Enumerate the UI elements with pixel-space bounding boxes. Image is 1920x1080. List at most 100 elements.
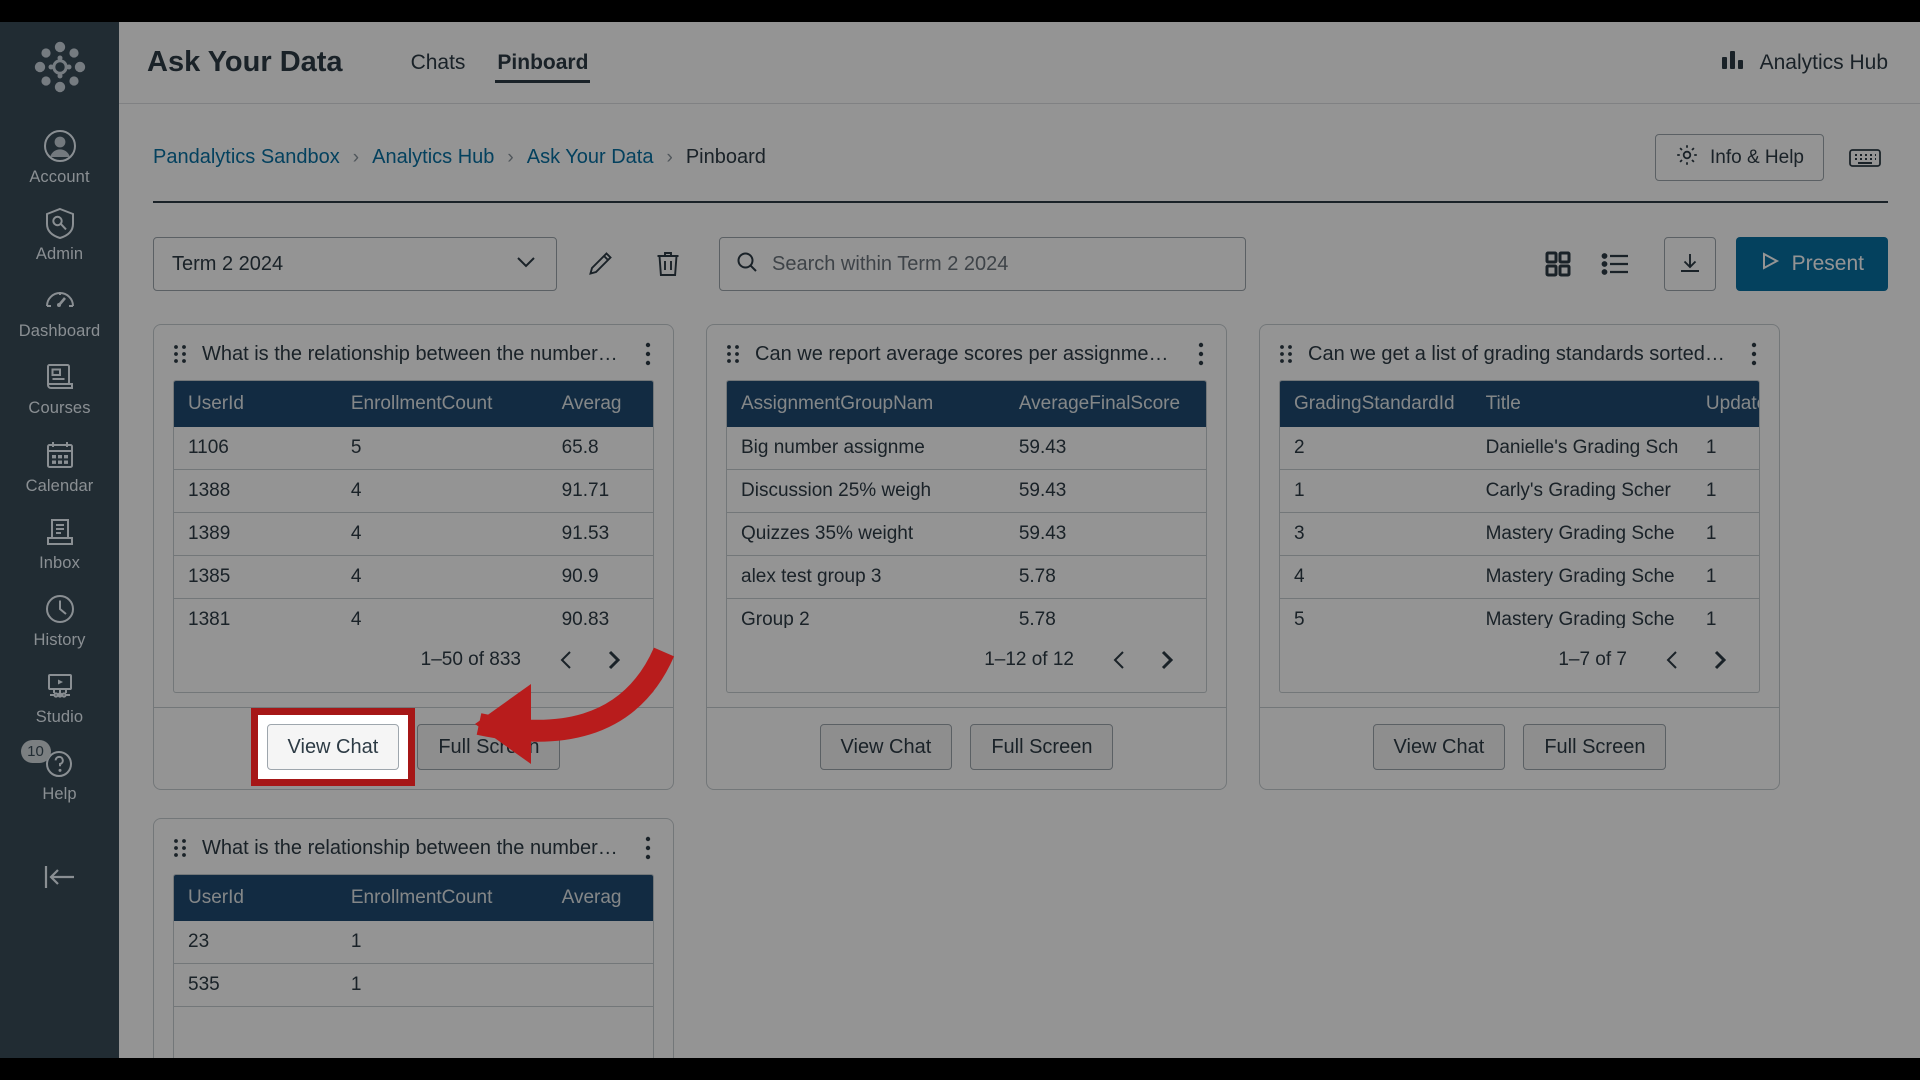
table-column-header: UserId bbox=[174, 381, 337, 427]
breadcrumb-item-0[interactable]: Pandalytics Sandbox bbox=[153, 146, 340, 169]
sidebar-item-admin[interactable]: Admin bbox=[0, 195, 119, 272]
breadcrumb-item-3: Pinboard bbox=[685, 146, 766, 168]
table-cell: 4 bbox=[336, 469, 548, 513]
pinboard-toolbar: Term 2 2024 Search within Term 2 2024 Pr… bbox=[153, 237, 1888, 291]
pagination-prev-icon[interactable] bbox=[549, 642, 585, 678]
table-column-header: AssignmentGroupNam bbox=[727, 381, 1005, 427]
table-row: 2 Danielle's Grading Sch 1 bbox=[1280, 427, 1759, 470]
page-content: Pandalytics Sandbox › Analytics Hub › As… bbox=[119, 104, 1920, 1058]
pagination-next-icon[interactable] bbox=[1148, 642, 1184, 678]
list-view-icon[interactable] bbox=[1590, 238, 1642, 290]
pagination-prev-icon[interactable] bbox=[1102, 642, 1138, 678]
table-cell: Group 2 bbox=[727, 598, 1005, 628]
full-screen-button[interactable]: Full Screen bbox=[970, 724, 1114, 770]
tab-chats[interactable]: Chats bbox=[395, 22, 482, 103]
table-cell: 90.83 bbox=[547, 598, 653, 628]
kebab-menu-icon[interactable] bbox=[637, 341, 659, 367]
table-row: Group 2 5.78 bbox=[727, 598, 1206, 628]
view-chat-button-highlighted[interactable]: View Chat bbox=[266, 724, 400, 770]
present-label: Present bbox=[1791, 252, 1864, 275]
table-row: 23 1 bbox=[174, 921, 653, 964]
table-row: Discussion 25% weigh 59.43 bbox=[727, 469, 1206, 513]
tab-pinboard[interactable]: Pinboard bbox=[481, 22, 604, 103]
sidebar-item-label: Help bbox=[42, 785, 77, 804]
search-input[interactable] bbox=[772, 252, 1230, 276]
drag-handle-icon[interactable] bbox=[1278, 343, 1294, 365]
table-cell: Mastery Grading Sche bbox=[1471, 512, 1692, 556]
table-pagination: 1–12 of 12 bbox=[726, 628, 1207, 693]
table-cell: 4 bbox=[336, 598, 548, 628]
full-screen-button[interactable]: Full Screen bbox=[417, 724, 561, 770]
trash-icon[interactable] bbox=[643, 239, 693, 289]
table-cell: 1389 bbox=[174, 512, 337, 556]
analytics-hub-link[interactable]: Analytics Hub bbox=[1721, 48, 1888, 78]
table-cell: alex test group 3 bbox=[727, 555, 1005, 599]
app-topbar: Ask Your Data Chats Pinboard Analytics H… bbox=[119, 22, 1920, 104]
table-cell: 5 bbox=[1280, 598, 1472, 628]
term-select[interactable]: Term 2 2024 bbox=[153, 237, 557, 291]
drag-handle-icon[interactable] bbox=[172, 837, 188, 859]
full-screen-button[interactable]: Full Screen bbox=[1523, 724, 1667, 770]
inbox-icon bbox=[41, 513, 79, 551]
breadcrumb-separator: › bbox=[352, 146, 360, 168]
sidebar-item-account[interactable]: Account bbox=[0, 118, 119, 195]
sidebar-item-help[interactable]: 10 Help bbox=[0, 735, 119, 812]
sidebar-item-history[interactable]: History bbox=[0, 581, 119, 658]
result-table: AssignmentGroupNam AverageFinalScore Big n… bbox=[726, 380, 1207, 628]
card-title: Can we get a list of grading standards s… bbox=[1308, 342, 1725, 365]
table-cell: 3 bbox=[1280, 512, 1472, 556]
sidebar-item-courses[interactable]: Courses bbox=[0, 349, 119, 426]
card-title: What is the relationship between the num… bbox=[202, 836, 618, 859]
pagination-next-icon[interactable] bbox=[1701, 642, 1737, 678]
table-column-header: Averag bbox=[547, 381, 653, 427]
breadcrumb: Pandalytics Sandbox › Analytics Hub › As… bbox=[153, 146, 766, 169]
table-cell: 1 bbox=[1280, 469, 1472, 513]
sidebar-item-dashboard[interactable]: Dashboard bbox=[0, 272, 119, 349]
table-cell: Big number assignme bbox=[727, 427, 1005, 470]
sidebar-item-calendar[interactable]: Calendar bbox=[0, 427, 119, 504]
download-button[interactable] bbox=[1663, 237, 1716, 291]
table-row: 5 Mastery Grading Sche 1 bbox=[1280, 598, 1759, 628]
breadcrumb-separator: › bbox=[507, 146, 514, 168]
pagination-label: 1–50 of 833 bbox=[420, 649, 521, 670]
table-row: 535 1 bbox=[174, 963, 653, 1007]
pencil-icon[interactable] bbox=[575, 239, 625, 289]
table-pagination: 1–50 of 833 bbox=[173, 628, 654, 693]
result-table: UserId EnrollmentCount Averag 23 1 535 1 bbox=[173, 874, 654, 1058]
pagination-prev-icon[interactable] bbox=[1655, 642, 1691, 678]
breadcrumb-item-2[interactable]: Ask Your Data bbox=[527, 146, 654, 169]
table-cell: 1388 bbox=[174, 469, 337, 513]
keyboard-icon[interactable] bbox=[1842, 135, 1888, 181]
collapse-nav-icon[interactable] bbox=[0, 850, 119, 904]
sidebar-item-label: Account bbox=[29, 168, 90, 186]
kebab-menu-icon[interactable] bbox=[637, 835, 659, 861]
table-column-header: AverageFinalScore bbox=[1004, 381, 1206, 427]
present-button[interactable]: Present bbox=[1735, 237, 1888, 291]
table-cell: 59.43 bbox=[1004, 512, 1206, 556]
kebab-menu-icon[interactable] bbox=[1743, 341, 1765, 367]
breadcrumb-item-1[interactable]: Analytics Hub bbox=[372, 146, 494, 169]
info-help-button[interactable]: Info & Help bbox=[1655, 134, 1824, 181]
drag-handle-icon[interactable] bbox=[725, 343, 741, 365]
table-column-header: GradingStandardId bbox=[1280, 381, 1472, 427]
canvas-logo-icon[interactable] bbox=[29, 36, 91, 98]
sidebar-item-studio[interactable]: Studio bbox=[0, 658, 119, 735]
pagination-label: 1–12 of 12 bbox=[984, 649, 1074, 670]
table-cell: 2 bbox=[1280, 427, 1472, 470]
drag-handle-icon[interactable] bbox=[172, 343, 188, 365]
table-cell: 91.53 bbox=[547, 512, 653, 556]
table-cell: 4 bbox=[1280, 555, 1472, 599]
pagination-next-icon[interactable] bbox=[595, 642, 631, 678]
sidebar-item-label: Dashboard bbox=[18, 322, 101, 341]
view-chat-button[interactable]: View Chat bbox=[819, 724, 953, 770]
kebab-menu-icon[interactable] bbox=[1190, 341, 1212, 367]
letterbox-bottom bbox=[0, 1058, 1920, 1080]
view-chat-button[interactable]: View Chat bbox=[1372, 724, 1506, 770]
table-cell: 1106 bbox=[174, 427, 337, 470]
sidebar-item-label: Inbox bbox=[39, 553, 80, 572]
sidebar-item-inbox[interactable]: Inbox bbox=[0, 504, 119, 581]
search-box[interactable] bbox=[719, 237, 1246, 291]
card-footer: View Chat Full Screen bbox=[707, 707, 1226, 789]
grid-view-icon[interactable] bbox=[1532, 238, 1584, 290]
main-area: Ask Your Data Chats Pinboard Analytics H… bbox=[119, 22, 1920, 1058]
